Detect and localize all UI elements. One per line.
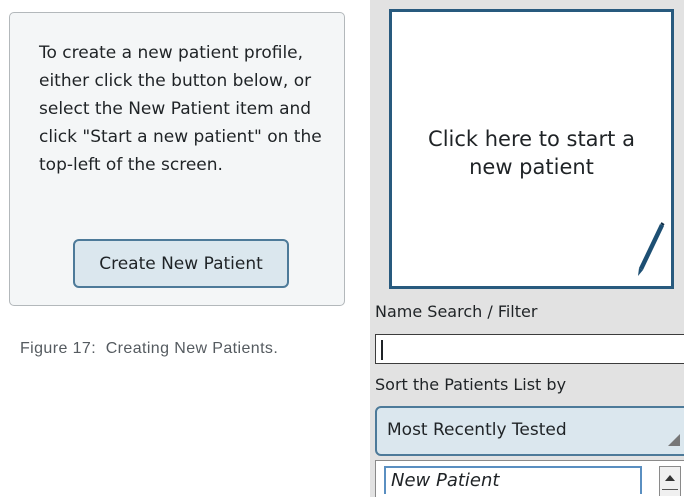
pencil-icon: [638, 222, 665, 276]
start-new-patient-tile[interactable]: Click here to start a new patient: [389, 9, 674, 289]
instructions-text: To create a new patient profile, either …: [39, 43, 322, 175]
instructions-box: To create a new patient profile, either …: [9, 12, 345, 306]
start-tile-text: Click here to start a new patient: [428, 127, 635, 179]
scroll-divider: [662, 489, 678, 490]
sort-selected-value: Most Recently Tested: [387, 420, 567, 440]
text-caret: [381, 340, 383, 360]
sort-label: Sort the Patients List by: [375, 375, 567, 394]
create-new-patient-button[interactable]: Create New Patient: [73, 239, 289, 288]
dropdown-corner-icon: [668, 434, 680, 446]
patient-side-panel: Click here to start a new patient Name S…: [370, 0, 684, 497]
name-search-label: Name Search / Filter: [375, 302, 538, 321]
figure-caption: Figure 17: Creating New Patients.: [20, 340, 279, 357]
list-item-new-patient[interactable]: New Patient: [384, 466, 642, 494]
name-search-input[interactable]: [375, 334, 684, 364]
arrow-up-icon: [665, 475, 675, 481]
patient-list: New Patient: [375, 460, 684, 497]
scroll-up-button[interactable]: [659, 466, 681, 496]
sort-dropdown[interactable]: Most Recently Tested: [375, 406, 684, 456]
